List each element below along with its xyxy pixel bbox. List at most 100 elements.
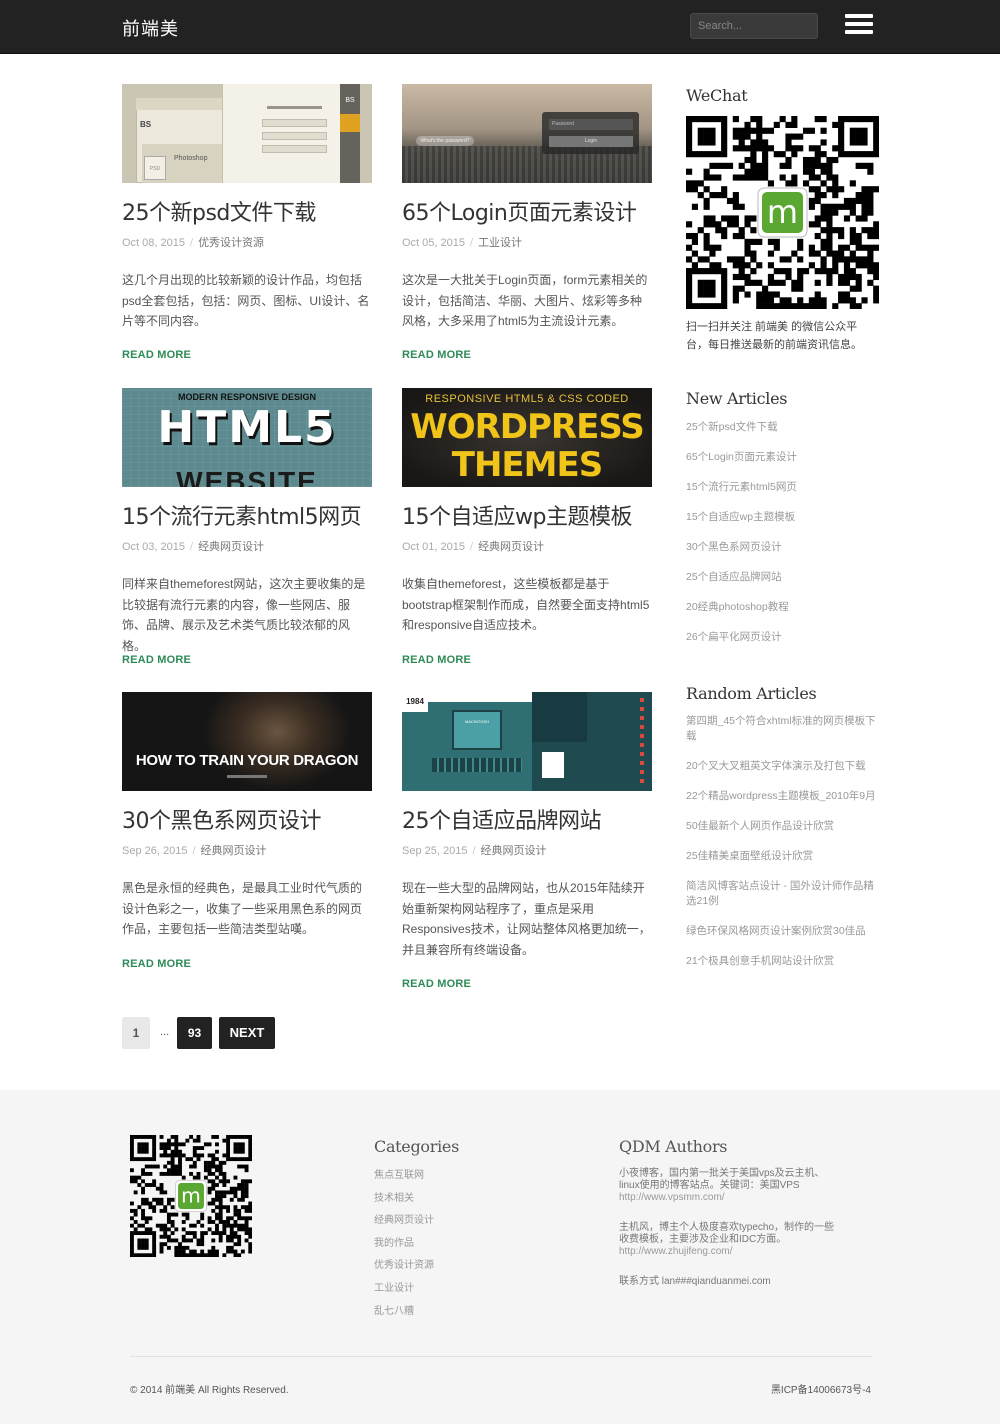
copyright-text: © 2014 前端美 All Rights Reserved. [130,1385,289,1396]
post-excerpt: 现在一些大型的品牌网站，也从2015年陆续开始重新架构网站程序了，重点是采用Re… [402,881,651,957]
random-articles-list: 第四期_45个符合xhtml标准的网页模板下载 20个叉大叉粗英文字体演示及打包… [686,714,876,984]
pagination-ellipsis: ... [160,1026,170,1038]
post-excerpt: 同样来自themeforest网站，这次主要收集的是比较据有流行元素的内容，像一… [122,577,366,653]
random-article-link[interactable]: 绿色环保风格网页设计案例欣赏30佳品 [686,924,876,939]
author-entry: 小夜博客，国内第一批关于美国vps及云主机、linux使用的博客站点。关键词：美… [619,1168,839,1204]
post-thumbnail[interactable]: 1984 MACINTOSH [402,692,652,791]
new-article-link[interactable]: 30个黑色系网页设计 [686,540,876,555]
post-date: Oct 03, 2015 [122,541,185,553]
new-article-link[interactable]: 20经典photoshop教程 [686,600,876,615]
new-article-link[interactable]: 15个自适应wp主题模板 [686,510,876,525]
post-card: BS Photoshop PSD BS 25个新psd文件下载 Oct 08, … [122,84,372,361]
post-date: Sep 26, 2015 [122,845,188,857]
footer-category-link[interactable]: 我的作品 [374,1238,434,1250]
read-more-link[interactable]: READ MORE [402,654,471,666]
random-article-link[interactable]: 第四期_45个符合xhtml标准的网页模板下载 [686,714,876,744]
random-article-link[interactable]: 简洁风博客站点设计 - 国外设计师作品精选21例 [686,879,876,909]
new-article-link[interactable]: 25个自适应品牌网站 [686,570,876,585]
post-thumbnail[interactable]: Password Login What's the password? [402,84,652,183]
post-date: Oct 01, 2015 [402,541,465,553]
footer-category-link[interactable]: 工业设计 [374,1283,434,1295]
qr-code-image: m [686,116,879,309]
post-meta: Oct 01, 2015/经典网页设计 [402,541,545,553]
footer-category-link[interactable]: 经典网页设计 [374,1215,434,1227]
post-thumbnail[interactable]: MODERN RESPONSIVE DESIGN HTML5 WEBSITE [122,388,372,487]
qr-logo-letter: m [181,1184,201,1208]
post-category[interactable]: 优秀设计资源 [198,237,264,249]
post-meta: Sep 26, 2015/经典网页设计 [122,845,267,857]
author-description: 小夜博客，国内第一批关于美国vps及云主机、linux使用的博客站点。关键词：美… [619,1168,825,1191]
post-category[interactable]: 经典网页设计 [481,845,547,857]
post-category[interactable]: 经典网页设计 [478,541,544,553]
random-article-link[interactable]: 21个极具创意手机网站设计欣赏 [686,954,876,969]
post-title[interactable]: 15个自适应wp主题模板 [402,504,652,532]
random-article-link[interactable]: 22个精品wordpress主题模板_2010年9月 [686,789,876,804]
post-category[interactable]: 经典网页设计 [201,845,267,857]
pagination-last-page[interactable]: 93 [177,1017,212,1049]
random-articles-heading: Random Articles [686,684,817,703]
read-more-link[interactable]: READ MORE [402,349,471,361]
author-url[interactable]: http://www.zhujifeng.com/ [619,1246,839,1258]
author-description: 主机风，博主个人极度喜欢typecho，制作的一些收费模板，主要涉及企业和IDC… [619,1222,835,1245]
qr-logo-letter: m [767,193,798,231]
footer-authors-heading: QDM Authors [619,1137,728,1156]
footer-category-link[interactable]: 乱七八糟 [374,1306,434,1318]
read-more-link[interactable]: READ MORE [402,978,471,990]
read-more-link[interactable]: READ MORE [122,654,191,666]
post-category[interactable]: 工业设计 [478,237,522,249]
icp-license: 黑ICP备14006673号-4 [770,1385,871,1396]
post-card: Password Login What's the password? 65个L… [402,84,652,361]
contact-info: 联系方式 lan###qianduanmei.com [619,1276,771,1287]
wechat-qr-code: m [686,116,879,309]
read-more-link[interactable]: READ MORE [122,349,191,361]
new-articles-list: 25个新psd文件下载 65个Login页面元素设计 15个流行元素html5网… [686,420,876,660]
post-title[interactable]: 25个自适应品牌网站 [402,808,652,836]
post-card: HOW TO TRAIN YOUR DRAGON 30个黑色系网页设计 Sep … [122,692,372,970]
post-meta: Sep 25, 2015/经典网页设计 [402,845,547,857]
footer-categories-list: 焦点互联网 技术相关 经典网页设计 我的作品 优秀设计资源 工业设计 乱七八糟 [374,1170,434,1328]
new-article-link[interactable]: 26个扁平化网页设计 [686,630,876,645]
top-navbar: 前端美 [0,0,1000,54]
post-thumbnail[interactable]: BS Photoshop PSD BS [122,84,372,183]
post-excerpt: 这几个月出现的比较新颖的设计作品，均包括psd全套包括，包括：网页、图标、UI设… [122,273,370,328]
random-article-link[interactable]: 50佳最新个人网页作品设计欣赏 [686,819,876,834]
post-date: Oct 08, 2015 [122,237,185,249]
post-card: MODERN RESPONSIVE DESIGN HTML5 WEBSITE 1… [122,388,372,666]
post-category[interactable]: 经典网页设计 [198,541,264,553]
post-thumbnail[interactable]: RESPONSIVE HTML5 & CSS CODED WORDPRESS T… [402,388,652,487]
post-card: 1984 MACINTOSH 25个自适应品牌网站 Sep 25, 2015/经… [402,692,652,990]
footer-category-link[interactable]: 优秀设计资源 [374,1260,434,1272]
post-date: Sep 25, 2015 [402,845,468,857]
read-more-link[interactable]: READ MORE [122,958,191,970]
search-input[interactable] [690,13,818,39]
footer-divider [130,1356,872,1357]
new-article-link[interactable]: 65个Login页面元素设计 [686,450,876,465]
footer-category-link[interactable]: 焦点互联网 [374,1170,434,1182]
post-meta: Oct 05, 2015/工业设计 [402,237,523,249]
new-article-link[interactable]: 25个新psd文件下载 [686,420,876,435]
site-brand[interactable]: 前端美 [122,15,179,41]
new-articles-heading: New Articles [686,389,788,408]
pagination-current-page[interactable]: 1 [122,1017,150,1049]
post-title[interactable]: 30个黑色系网页设计 [122,808,372,836]
post-meta: Oct 03, 2015/经典网页设计 [122,541,265,553]
hamburger-menu-icon[interactable] [845,14,873,38]
footer-category-link[interactable]: 技术相关 [374,1193,434,1205]
wechat-heading: WeChat [686,86,748,105]
qr-code-image: m [130,1135,252,1257]
random-article-link[interactable]: 20个叉大叉粗英文字体演示及打包下载 [686,759,876,774]
random-article-link[interactable]: 25佳精美桌面壁纸设计欣赏 [686,849,876,864]
author-url[interactable]: http://www.vpsmm.com/ [619,1192,839,1204]
new-article-link[interactable]: 15个流行元素html5网页 [686,480,876,495]
post-excerpt: 收集自themeforest，这些模板都是基于bootstrap框架制作而成，自… [402,577,650,632]
footer-qr-code: m [130,1135,252,1257]
post-card: RESPONSIVE HTML5 & CSS CODED WORDPRESS T… [402,388,652,666]
author-entry: 主机风，博主个人极度喜欢typecho，制作的一些收费模板，主要涉及企业和IDC… [619,1222,839,1258]
post-thumbnail[interactable]: HOW TO TRAIN YOUR DRAGON [122,692,372,791]
pagination-next-button[interactable]: NEXT [219,1017,275,1049]
post-excerpt: 这次是一大批关于Login页面，form元素相关的设计，包括简洁、华丽、大图片、… [402,273,648,328]
post-excerpt: 黑色是永恒的经典色，是最具工业时代气质的设计色彩之一，收集了一些采用黑色系的网页… [122,881,363,936]
post-title[interactable]: 25个新psd文件下载 [122,200,372,228]
post-title[interactable]: 15个流行元素html5网页 [122,504,372,532]
post-title[interactable]: 65个Login页面元素设计 [402,200,652,228]
